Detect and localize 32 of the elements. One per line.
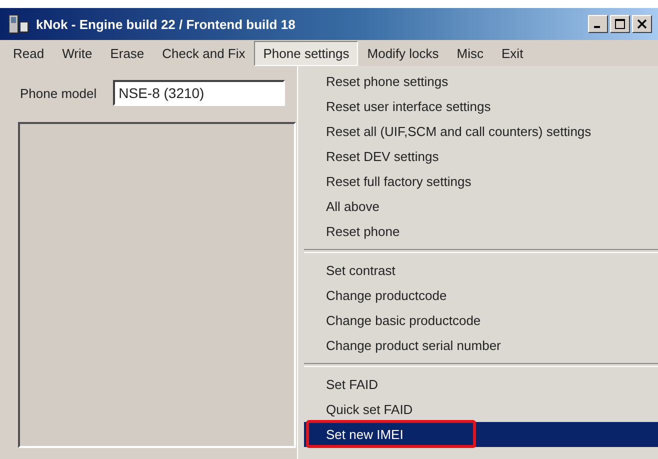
minimize-icon [594, 26, 600, 28]
menu-item[interactable]: Change basic productcode [304, 308, 658, 333]
menu-item[interactable]: Set FAID [304, 372, 658, 397]
menu-item[interactable]: Reset phone [304, 219, 658, 244]
menu-bar-item[interactable]: Check and Fix [153, 40, 254, 66]
field-label: Phone model [20, 86, 97, 100]
minimize-button[interactable] [588, 15, 608, 33]
menu-item[interactable]: Reset user interface settings [304, 94, 658, 119]
menu-item[interactable]: Reset phone settings [304, 69, 658, 94]
menu-item[interactable]: Change product serial number [304, 333, 658, 358]
menu-item[interactable]: All above [304, 194, 658, 219]
menu-item[interactable]: Change productcode [304, 283, 658, 308]
menu-item[interactable]: Reset all (UIF,SCM and call counters) settings [304, 119, 658, 144]
close-button[interactable] [632, 15, 652, 33]
window-title: kNok - Engine build 22 / Frontend build 18 [36, 16, 296, 32]
menu-bar-item[interactable]: Erase [101, 40, 154, 66]
menu-item[interactable]: Quick set FAID [304, 397, 658, 422]
menu-item[interactable]: Reset DEV settings [304, 144, 658, 169]
menu-item[interactable]: Reset full factory settings [304, 169, 658, 194]
phone-model-field[interactable]: NSE-8 (3210) [112, 80, 285, 106]
menu-item[interactable]: Set contrast [304, 258, 658, 283]
menu-bar-item[interactable]: Phone settings [254, 40, 358, 66]
close-icon [637, 19, 647, 29]
maximize-button[interactable] [610, 15, 630, 33]
menu-item[interactable]: Set new IMEI [304, 422, 658, 447]
menu-bar-item[interactable]: Exit [492, 40, 532, 66]
menu-bar-item[interactable]: Misc [448, 40, 493, 66]
menu-bar-item[interactable]: Modify locks [358, 40, 448, 66]
app-icon [8, 14, 30, 34]
maximize-icon [615, 19, 625, 29]
menu-bar-item[interactable]: Read [4, 40, 54, 66]
menu-bar-item[interactable]: Write [53, 40, 102, 66]
